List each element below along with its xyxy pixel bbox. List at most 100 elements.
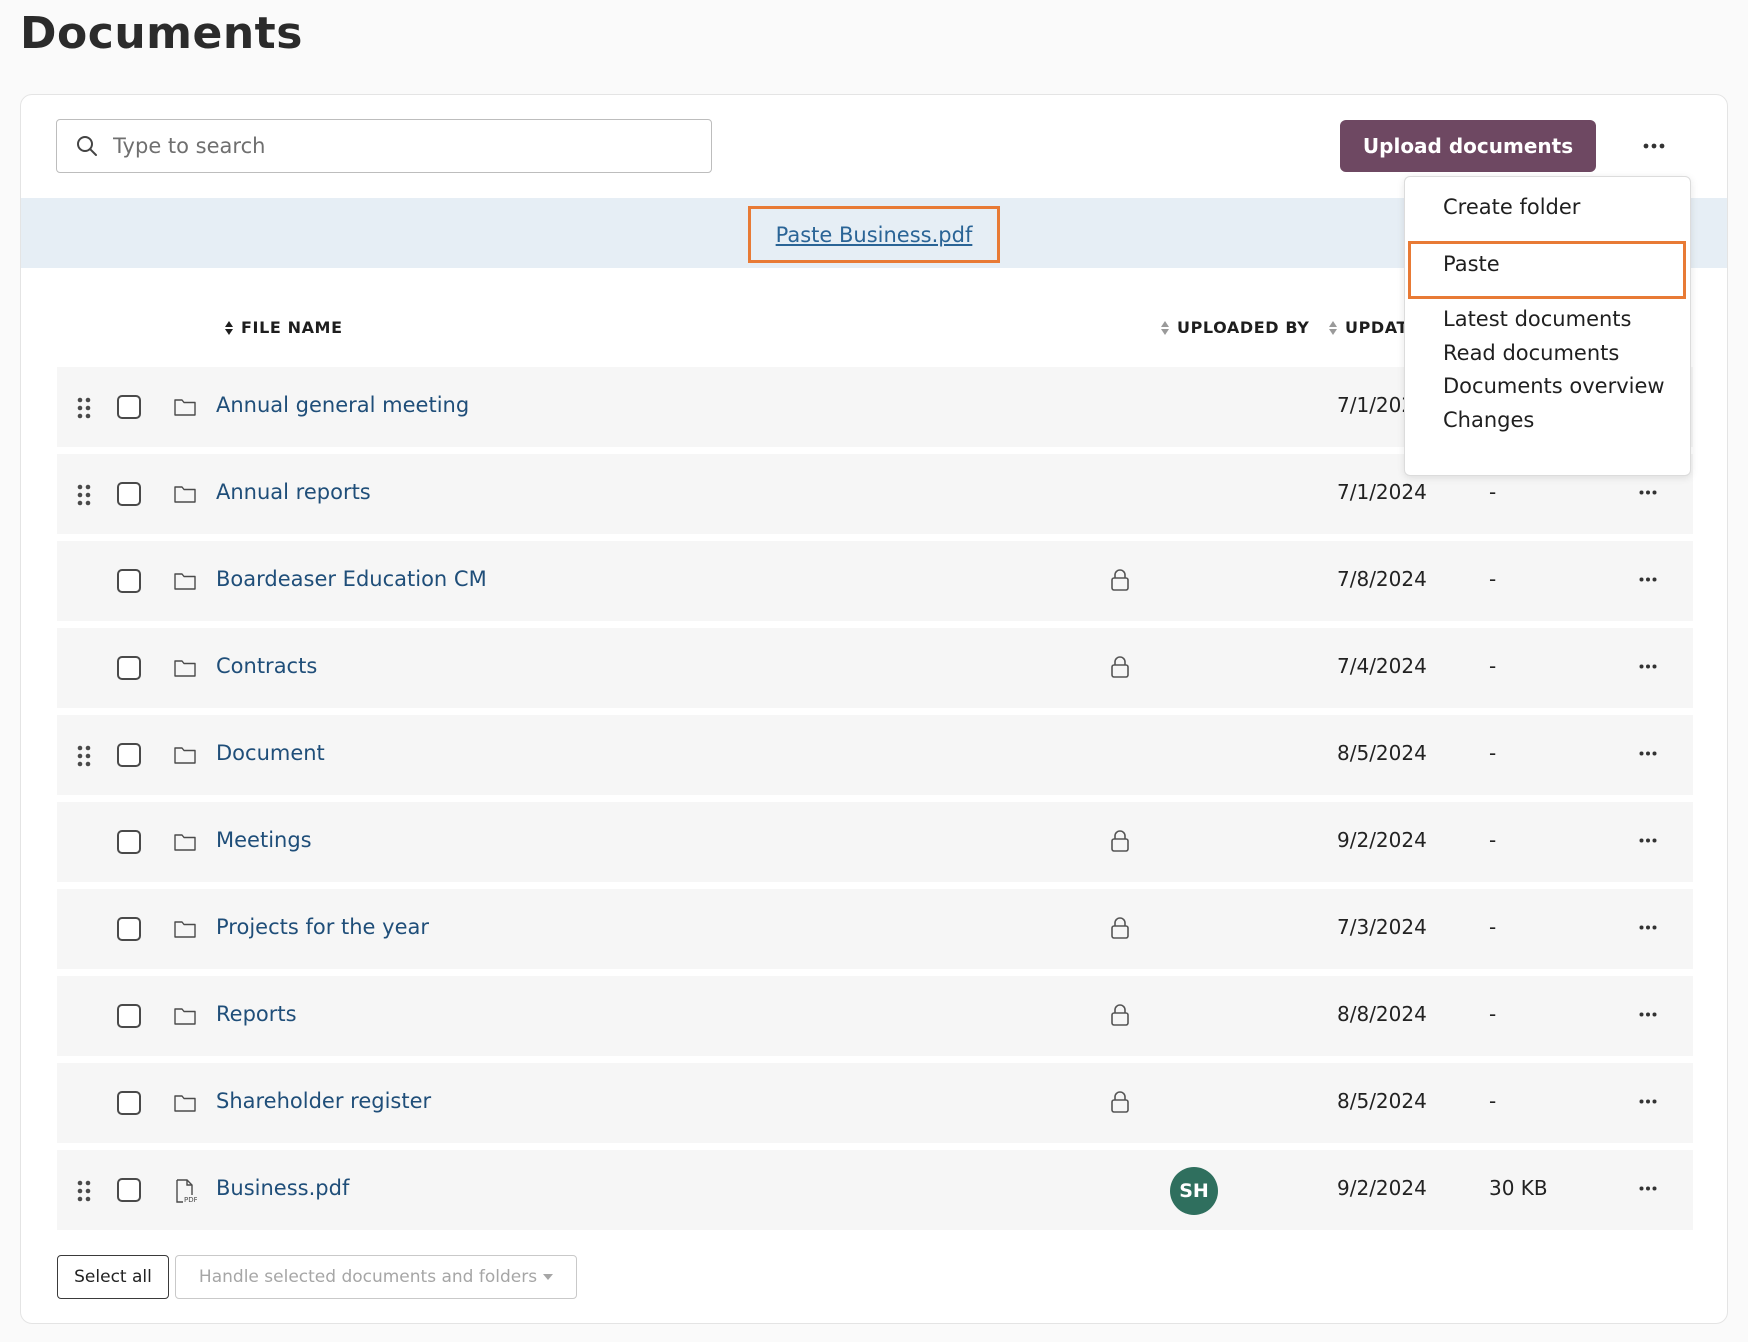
file-name-link[interactable]: Boardeaser Education CM (216, 567, 487, 591)
file-size: - (1489, 915, 1497, 939)
table-row[interactable]: Boardeaser Education CM 7/8/2024 - (57, 541, 1693, 621)
lock-icon (1110, 655, 1130, 679)
file-size: - (1489, 1089, 1497, 1113)
uploader-avatar: SH (1170, 1167, 1218, 1215)
row-checkbox[interactable] (117, 1091, 141, 1115)
drag-handle-icon[interactable] (77, 745, 91, 767)
row-checkbox[interactable] (117, 482, 141, 506)
drag-handle-icon[interactable] (77, 1180, 91, 1202)
file-size: - (1489, 567, 1497, 591)
row-checkbox[interactable] (117, 656, 141, 680)
folder-icon (173, 395, 197, 419)
row-more-icon[interactable] (1633, 1004, 1663, 1024)
more-options-button[interactable] (1636, 128, 1672, 164)
menu-item-changes[interactable]: Changes (1443, 408, 1534, 432)
lock-icon (1110, 916, 1130, 940)
lock-icon (1110, 829, 1130, 853)
updated-date: 8/8/2024 (1337, 1002, 1427, 1026)
file-name-link[interactable]: Meetings (216, 828, 312, 852)
folder-icon (173, 917, 197, 941)
lock-icon (1110, 1003, 1130, 1027)
file-size: - (1489, 1002, 1497, 1026)
table-row[interactable]: Meetings 9/2/2024 - (57, 802, 1693, 882)
file-name-link[interactable]: Document (216, 741, 325, 765)
row-more-icon[interactable] (1633, 1178, 1663, 1198)
folder-icon (173, 1091, 197, 1115)
row-checkbox[interactable] (117, 569, 141, 593)
table-row[interactable]: Shareholder register 8/5/2024 - (57, 1063, 1693, 1143)
row-more-icon[interactable] (1633, 743, 1663, 763)
row-more-icon[interactable] (1633, 482, 1663, 502)
file-size: - (1489, 741, 1497, 765)
table-row[interactable]: PDF Business.pdf SH 9/2/2024 30 KB (57, 1150, 1693, 1230)
paste-menu-highlight (1408, 241, 1686, 299)
updated-date: 7/4/2024 (1337, 654, 1427, 678)
updated-date: 7/1/2024 (1337, 480, 1427, 504)
folder-icon (173, 830, 197, 854)
folder-icon (173, 743, 197, 767)
upload-documents-button[interactable]: Upload documents (1340, 120, 1596, 172)
file-name-link[interactable]: Business.pdf (216, 1176, 349, 1200)
row-checkbox[interactable] (117, 1004, 141, 1028)
folder-icon (173, 569, 197, 593)
drag-handle-icon[interactable] (77, 484, 91, 506)
menu-item-create-folder[interactable]: Create folder (1443, 195, 1580, 219)
file-size: - (1489, 480, 1497, 504)
menu-item-latest-documents[interactable]: Latest documents (1443, 307, 1631, 331)
folder-icon (173, 482, 197, 506)
file-name-link[interactable]: Reports (216, 1002, 297, 1026)
sort-icon (1328, 320, 1338, 336)
file-size: 30 KB (1489, 1176, 1548, 1200)
row-more-icon[interactable] (1633, 1091, 1663, 1111)
folder-icon (173, 656, 197, 680)
file-name-link[interactable]: Shareholder register (216, 1089, 431, 1113)
file-name-link[interactable]: Annual general meeting (216, 393, 469, 417)
table-row[interactable]: Document 8/5/2024 - (57, 715, 1693, 795)
folder-icon (173, 1004, 197, 1028)
file-size: - (1489, 828, 1497, 852)
paste-file-link[interactable]: Paste Business.pdf (776, 223, 973, 247)
updated-date: 9/2/2024 (1337, 828, 1427, 852)
page-title: Documents (20, 8, 303, 59)
updated-date: 7/3/2024 (1337, 915, 1427, 939)
drag-handle-icon[interactable] (77, 397, 91, 419)
row-checkbox[interactable] (117, 743, 141, 767)
sort-icon (224, 320, 234, 336)
row-more-icon[interactable] (1633, 656, 1663, 676)
select-all-button[interactable]: Select all (57, 1255, 169, 1299)
table-row[interactable]: Contracts 7/4/2024 - (57, 628, 1693, 708)
row-more-icon[interactable] (1633, 569, 1663, 589)
menu-item-read-documents[interactable]: Read documents (1443, 341, 1619, 365)
lock-icon (1110, 568, 1130, 592)
search-icon (75, 134, 99, 158)
row-more-icon[interactable] (1633, 917, 1663, 937)
file-name-link[interactable]: Annual reports (216, 480, 371, 504)
svg-text:PDF: PDF (184, 1196, 197, 1204)
table-row[interactable]: Projects for the year 7/3/2024 - (57, 889, 1693, 969)
file-size: - (1489, 654, 1497, 678)
sort-icon (1160, 320, 1170, 336)
column-header-updated[interactable]: UPDAT (1328, 318, 1408, 337)
pdf-file-icon: PDF (173, 1178, 198, 1204)
column-header-file-name[interactable]: FILE NAME (224, 318, 343, 337)
updated-date: 8/5/2024 (1337, 1089, 1427, 1113)
updated-date: 9/2/2024 (1337, 1176, 1427, 1200)
more-options-menu: Create folder Paste Latest documents Rea… (1404, 176, 1691, 476)
row-checkbox[interactable] (117, 830, 141, 854)
search-input[interactable] (113, 134, 673, 158)
row-checkbox[interactable] (117, 1178, 141, 1202)
menu-item-documents-overview[interactable]: Documents overview (1443, 374, 1665, 398)
row-more-icon[interactable] (1633, 830, 1663, 850)
updated-date: 8/5/2024 (1337, 741, 1427, 765)
table-row[interactable]: Reports 8/8/2024 - (57, 976, 1693, 1056)
more-horizontal-icon (1643, 143, 1665, 149)
file-name-link[interactable]: Contracts (216, 654, 317, 678)
row-checkbox[interactable] (117, 917, 141, 941)
updated-date: 7/8/2024 (1337, 567, 1427, 591)
caret-down-icon (543, 1274, 554, 1280)
search-box[interactable] (56, 119, 712, 173)
column-header-uploaded-by[interactable]: UPLOADED BY (1160, 318, 1309, 337)
file-name-link[interactable]: Projects for the year (216, 915, 429, 939)
handle-selected-dropdown[interactable]: Handle selected documents and folders (175, 1255, 577, 1299)
row-checkbox[interactable] (117, 395, 141, 419)
